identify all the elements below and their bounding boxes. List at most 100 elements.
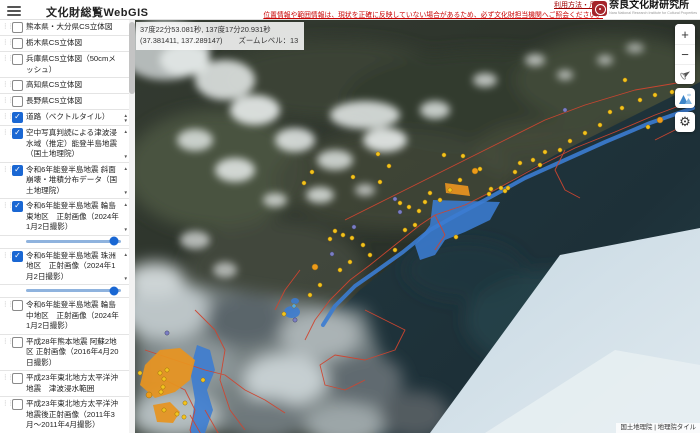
map-point[interactable] [608,110,612,114]
map-point[interactable] [201,378,205,382]
move-layer-up-icon[interactable]: ▲ [124,252,128,257]
map-point[interactable] [398,210,402,214]
map-point[interactable] [472,168,478,174]
map-point[interactable] [318,283,322,287]
map-point[interactable] [653,93,657,97]
map-point[interactable] [428,191,432,195]
layer-item[interactable]: ⋮⋮✓令和6年能登半島地震 斜面崩壊・堆積分布データ（国土地理院）▲▼ [0,163,129,200]
map-point[interactable] [657,117,663,123]
map-point[interactable] [487,192,491,196]
layer-checkbox[interactable]: ✓ [12,128,23,139]
map-point[interactable] [310,170,314,174]
map-point[interactable] [531,158,535,162]
map-point[interactable] [376,152,380,156]
map-point[interactable] [620,106,624,110]
hamburger-menu-icon[interactable] [7,4,21,16]
map-point[interactable] [543,150,547,154]
zoom-out-button[interactable]: − [675,44,695,64]
settings-gear-icon[interactable]: ⚙ [675,112,695,132]
map-point[interactable] [368,253,372,257]
layer-item[interactable]: ⋮⋮平成23年東北地方太平洋沖地震 津波浸水範囲 [0,371,129,397]
map-point[interactable] [583,131,587,135]
map-point[interactable] [646,125,650,129]
move-layer-down-icon[interactable]: ▼ [124,276,128,281]
layer-checkbox[interactable] [12,337,23,348]
layer-item[interactable]: ⋮⋮兵庫県CS立体図（50cmメッシュ） [0,52,129,78]
layer-item[interactable]: ⋮⋮令和6年能登半島地震 輪島中地区 正射画像（2024年1月2日撮影） [0,298,129,335]
map-point[interactable] [407,205,411,209]
map-point[interactable] [341,233,345,237]
drag-handle-icon[interactable]: ⋮⋮ [2,373,9,382]
drag-handle-icon[interactable]: ⋮⋮ [2,54,9,63]
map-attribution[interactable]: 国土地理院 | 地理院タイル [616,423,700,433]
layer-checkbox[interactable] [12,373,23,384]
map-point[interactable] [558,148,562,152]
drag-handle-icon[interactable]: ⋮⋮ [2,80,9,89]
layer-opacity-slider[interactable] [0,285,129,298]
move-layer-up-icon[interactable]: ▲ [124,166,128,171]
drag-handle-icon[interactable]: ⋮⋮ [2,201,9,210]
map-point[interactable] [563,108,567,112]
map-point[interactable] [352,225,356,229]
map-point[interactable] [670,90,674,94]
map-point[interactable] [361,243,365,247]
layer-checkbox[interactable]: ✓ [12,165,23,176]
map-point[interactable] [165,331,169,335]
map-point[interactable] [423,200,427,204]
map-point[interactable] [162,408,166,412]
map-point[interactable] [183,401,187,405]
layer-checkbox[interactable] [12,80,23,91]
map-point[interactable] [328,237,332,241]
map-point[interactable] [489,187,493,191]
map-point[interactable] [499,186,503,190]
drag-handle-icon[interactable]: ⋮⋮ [2,112,9,121]
sidebar-scrollbar-thumb[interactable] [129,22,135,94]
map-point[interactable] [159,390,163,394]
layer-item[interactable]: ⋮⋮熊本県・大分県CS立体図 [0,20,129,36]
map-point[interactable] [293,318,297,322]
map-point[interactable] [338,268,342,272]
map-point[interactable] [182,415,186,419]
drag-handle-icon[interactable]: ⋮⋮ [2,251,9,260]
map-point[interactable] [175,412,179,416]
layer-checkbox[interactable] [12,96,23,107]
map-point[interactable] [330,252,334,256]
move-layer-up-icon[interactable]: ▲ [124,129,128,134]
map-point[interactable] [513,170,517,174]
drag-handle-icon[interactable]: ⋮⋮ [2,337,9,346]
map-point[interactable] [165,368,169,372]
map-canvas[interactable]: 37度22分53.081秒, 137度17分20.931秒 (37.381411… [135,20,700,433]
map-point[interactable] [333,229,337,233]
move-layer-down-icon[interactable]: ▼ [124,154,128,159]
layer-checkbox[interactable]: ✓ [12,112,23,123]
slider-thumb[interactable] [110,237,119,246]
move-layer-up-icon[interactable]: ▲ [124,202,128,207]
map-point[interactable] [461,154,465,158]
map-point[interactable] [398,201,402,205]
map-point[interactable] [350,236,354,240]
map-point[interactable] [442,153,446,157]
layer-item[interactable]: ⋮⋮長野県CS立体図 [0,94,129,110]
map-point[interactable] [378,180,382,184]
slider-thumb[interactable] [110,286,119,295]
move-layer-down-icon[interactable]: ▼ [124,190,128,195]
map-point[interactable] [393,248,397,252]
map-point[interactable] [538,163,542,167]
compass-icon[interactable] [675,64,695,84]
map-point[interactable] [417,209,421,213]
map-point[interactable] [454,235,458,239]
map-point[interactable] [312,264,318,270]
layer-checkbox[interactable] [12,300,23,311]
layer-item[interactable]: ⋮⋮✓空中写真判読による津波浸水域（推定）能登半島地震（国土地理院）▲▼ [0,126,129,163]
terrain-3d-icon[interactable] [675,88,695,108]
map-point[interactable] [568,139,572,143]
drag-handle-icon[interactable]: ⋮⋮ [2,96,9,105]
map-point[interactable] [161,385,165,389]
layer-item[interactable]: ⋮⋮高知県CS立体図 [0,78,129,94]
map-point[interactable] [458,178,462,182]
layer-item[interactable]: ⋮⋮栃木県CS立体図 [0,36,129,52]
map-point[interactable] [138,371,142,375]
map-point[interactable] [403,228,407,232]
map-point[interactable] [413,223,417,227]
map-point[interactable] [387,164,391,168]
